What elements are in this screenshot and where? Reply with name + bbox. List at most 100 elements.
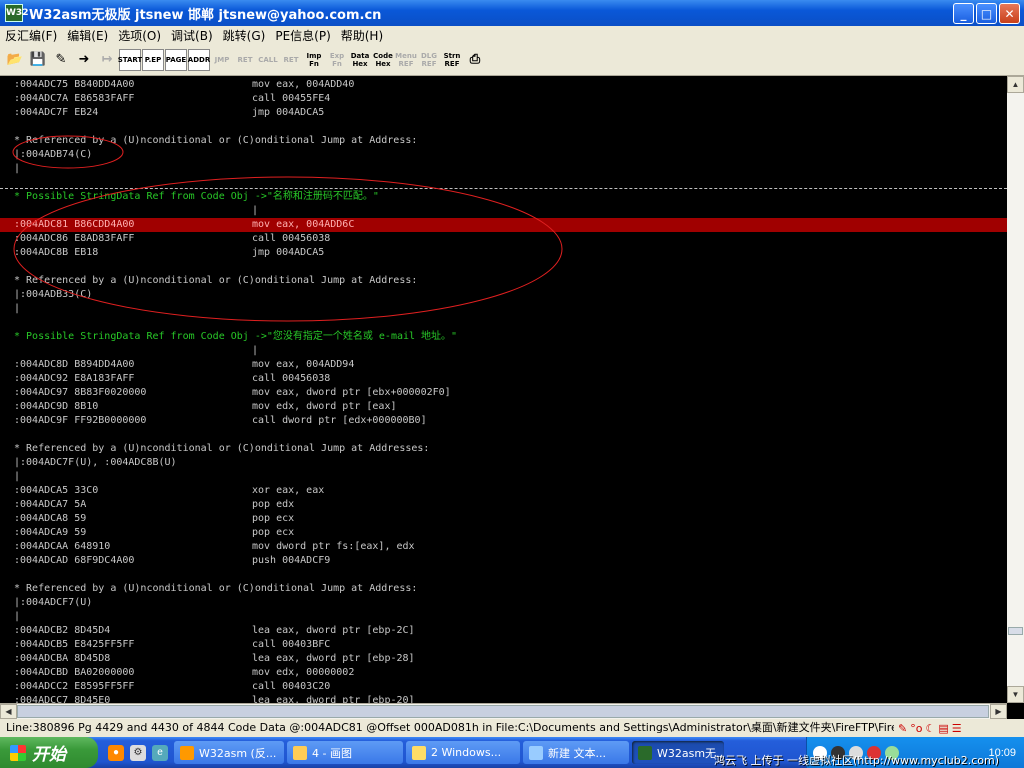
listing-line[interactable]: * Referenced by a (U)nconditional or (C)… — [0, 134, 1007, 148]
pe-icon[interactable]: P.EP — [142, 49, 164, 71]
ret2-icon[interactable]: RET — [280, 49, 302, 71]
listing-line[interactable]: :004ADCAA 648910 mov dword ptr fs:[eax], … — [0, 540, 1007, 554]
horizontal-scrollbar[interactable]: ◀ ▶ — [0, 703, 1007, 720]
exp-fn-icon[interactable]: Exp Fn — [326, 49, 348, 71]
menu-pe-info[interactable]: PE信息(P) — [270, 27, 335, 44]
listing-line[interactable]: :004ADC9D 8B10 mov edx, dword ptr [eax] — [0, 400, 1007, 414]
menu-goto[interactable]: 跳转(G) — [218, 27, 271, 44]
listing-line[interactable]: :004ADCBA 8D45D8 lea eax, dword ptr [ebp-… — [0, 652, 1007, 666]
listing-line[interactable]: :004ADCA8 59 pop ecx — [0, 512, 1007, 526]
listing-line[interactable]: |:004ADC7F(U), :004ADC8B(U) — [0, 456, 1007, 470]
jmp-icon[interactable]: JMP — [211, 49, 233, 71]
listing-line[interactable]: | — [0, 302, 1007, 316]
ime-icon[interactable]: ✎ — [898, 720, 907, 738]
scroll-left-arrow[interactable]: ◀ — [0, 704, 17, 719]
ime-punct-icon[interactable]: °o — [910, 720, 922, 738]
explorer-icon[interactable]: ⚙ — [130, 744, 146, 761]
scroll-thumb[interactable] — [1008, 627, 1023, 635]
listing-line[interactable]: :004ADC8B EB18 jmp 004ADCA5 — [0, 246, 1007, 260]
menu-ref-icon[interactable]: Menu REF — [395, 49, 417, 71]
vertical-scrollbar[interactable]: ▲ ▼ — [1007, 76, 1024, 703]
listing-line[interactable]: :004ADC75 B840DD4A00 mov eax, 004ADD40 — [0, 78, 1007, 92]
listing-line[interactable]: | — [0, 344, 1007, 358]
listing-line[interactable] — [0, 428, 1007, 442]
task-notepad[interactable]: 新建 文本... — [523, 741, 629, 764]
listing-line[interactable]: | — [0, 610, 1007, 624]
goto-icon[interactable]: ➜ — [73, 49, 95, 71]
close-button[interactable]: ✕ — [999, 3, 1020, 24]
listing-line[interactable]: |:004ADB74(C) — [0, 148, 1007, 162]
task-windows-group[interactable]: 2 Windows... — [406, 741, 520, 764]
listing-line[interactable]: :004ADC9F FF92B0000000 call dword ptr [ed… — [0, 414, 1007, 428]
listing-line[interactable]: :004ADCA9 59 pop ecx — [0, 526, 1007, 540]
listing-line[interactable] — [0, 316, 1007, 330]
task-w32asm[interactable]: W32asm (反... — [174, 741, 284, 764]
listing-line[interactable]: :004ADCAD 68F9DC4A00 push 004ADCF9 — [0, 554, 1007, 568]
title-bar[interactable]: W32 W32asm无极版 jtsnew 邯郸 jtsnew@yahoo.com… — [0, 0, 1024, 26]
hscroll-thumb[interactable] — [17, 705, 989, 718]
menu-help[interactable]: 帮助(H) — [336, 27, 388, 44]
disassembly-listing[interactable]: :004ADCC7 8D45E0 lea eax, dword ptr [ebp-… — [0, 76, 1007, 703]
code-hex-icon[interactable]: Code Hex — [372, 49, 394, 71]
dlg-ref-icon[interactable]: DLG REF — [418, 49, 440, 71]
listing-line[interactable]: :004ADC8D B894DD4A00 mov eax, 004ADD94 — [0, 358, 1007, 372]
listing-line[interactable]: | — [0, 162, 1007, 176]
pen-icon[interactable]: ✎ — [50, 49, 72, 71]
listing-line[interactable]: :004ADCBD BA02000000 mov edx, 00000002 — [0, 666, 1007, 680]
menu-edit[interactable]: 编辑(E) — [62, 27, 113, 44]
listing-line[interactable]: :004ADCC7 8D45E0 lea eax, dword ptr [ebp-… — [0, 694, 1007, 703]
open-icon[interactable]: 📂 — [4, 49, 26, 71]
ime-moon-icon[interactable]: ☾ — [925, 720, 935, 738]
ime-toolbar[interactable]: ✎ °o ☾ ▤ ☰ — [898, 720, 962, 738]
listing-line[interactable]: * Possible StringData Ref from Code Obj … — [0, 330, 1007, 344]
selected-listing-line[interactable]: :004ADC81 B86CDD4A00 mov eax, 004ADD6C — [0, 218, 1007, 232]
menu-options[interactable]: 选项(O) — [113, 27, 166, 44]
print-icon[interactable]: ⎙ — [464, 49, 486, 71]
ret-icon[interactable]: RET — [234, 49, 256, 71]
listing-line[interactable]: | — [0, 204, 1007, 218]
listing-line[interactable]: * Referenced by a (U)nconditional or (C)… — [0, 582, 1007, 596]
start-icon[interactable]: START — [118, 49, 142, 71]
listing-line[interactable]: :004ADCB2 8D45D4 lea eax, dword ptr [ebp-… — [0, 624, 1007, 638]
listing-line[interactable]: :004ADCA5 33C0 xor eax, eax — [0, 484, 1007, 498]
listing-line[interactable]: :004ADC92 E8A183FAFF call 00456038 — [0, 372, 1007, 386]
listing-line[interactable] — [0, 568, 1007, 582]
imp-fn-icon[interactable]: Imp Fn — [303, 49, 325, 71]
maximize-button[interactable]: □ — [976, 3, 997, 24]
listing-line[interactable]: * Referenced by a (U)nconditional or (C)… — [0, 274, 1007, 288]
start-button[interactable]: 开始 — [0, 737, 98, 768]
scroll-up-arrow[interactable]: ▲ — [1007, 76, 1024, 93]
addr-icon[interactable]: ADDR — [188, 49, 210, 71]
ime-keyboard-icon[interactable]: ▤ — [938, 720, 948, 738]
scroll-down-arrow[interactable]: ▼ — [1007, 686, 1024, 703]
menu-disassemble[interactable]: 反汇编(F) — [0, 27, 62, 44]
menu-debug[interactable]: 调试(B) — [166, 27, 218, 44]
task-paint[interactable]: 4 - 画图 — [287, 741, 403, 764]
listing-line[interactable]: :004ADCA7 5A pop edx — [0, 498, 1007, 512]
listing-line[interactable]: |:004ADB33(C) — [0, 288, 1007, 302]
ime-menu-icon[interactable]: ☰ — [952, 720, 962, 738]
listing-line[interactable]: | — [0, 470, 1007, 484]
listing-line[interactable]: * Possible StringData Ref from Code Obj … — [0, 190, 1007, 204]
save-icon[interactable]: 💾 — [27, 49, 49, 71]
call-icon[interactable]: CALL — [257, 49, 279, 71]
listing-line[interactable]: |:004ADCF7(U) — [0, 596, 1007, 610]
nav-icon[interactable]: ↦ — [96, 49, 118, 71]
ie-icon[interactable]: e — [152, 744, 168, 761]
listing-line[interactable]: * Referenced by a (U)nconditional or (C)… — [0, 442, 1007, 456]
minimize-button[interactable]: _ — [953, 3, 974, 24]
page-icon[interactable]: PAGE — [165, 49, 187, 71]
listing-line[interactable]: :004ADCC2 E8595FF5FF call 00403C20 — [0, 680, 1007, 694]
task-w32asm-active[interactable]: W32asm无... — [632, 741, 724, 764]
data-hex-icon[interactable]: Data Hex — [349, 49, 371, 71]
listing-line[interactable]: :004ADC97 8B83F0020000 mov eax, dword ptr… — [0, 386, 1007, 400]
listing-line[interactable]: :004ADC86 E8AD83FAFF call 00456038 — [0, 232, 1007, 246]
listing-line[interactable] — [0, 260, 1007, 274]
scroll-right-arrow[interactable]: ▶ — [990, 704, 1007, 719]
listing-line[interactable]: :004ADC7A E86583FAFF call 00455FE4 — [0, 92, 1007, 106]
listing-line[interactable]: :004ADCB5 E8425FF5FF call 00403BFC — [0, 638, 1007, 652]
listing-line[interactable] — [0, 120, 1007, 134]
listing-line[interactable]: :004ADC7F EB24 jmp 004ADCA5 — [0, 106, 1007, 120]
strn-ref-icon[interactable]: Strn REF — [441, 49, 463, 71]
firefox-icon[interactable]: ● — [108, 744, 124, 761]
